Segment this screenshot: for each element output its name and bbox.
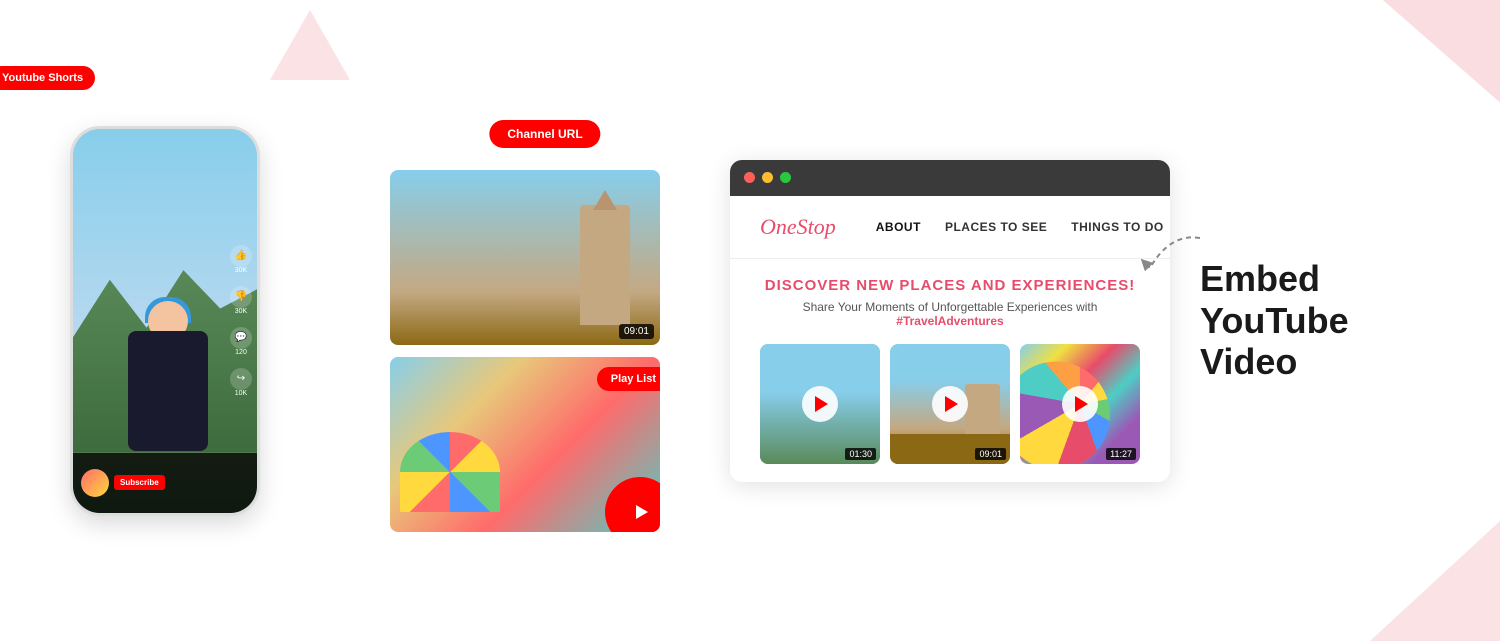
site-main-content: DISCOVER NEW PLACES AND EXPERIENCES! Sha… <box>730 259 1170 482</box>
center-section: Channel URL 09:01 11:27 Play List <box>390 170 700 532</box>
video-grid: 01:30 09:01 <box>760 344 1140 464</box>
video-thumbnail-2[interactable]: 11:27 Play List <box>390 357 660 532</box>
site-logo: OneStop <box>760 214 836 240</box>
phone-avatar <box>81 469 109 497</box>
video-card-duration-1: 01:30 <box>845 448 876 460</box>
site-subheadline: Share Your Moments of Unforgettable Expe… <box>760 300 1140 328</box>
phone-share-icon: ↪ 10K <box>230 368 252 397</box>
video-card-2[interactable]: 09:01 <box>890 344 1010 464</box>
site-headline: DISCOVER NEW PLACES AND EXPERIENCES! <box>760 277 1140 294</box>
church-tower <box>580 205 630 325</box>
main-container: Youtube Shorts 👍 30K 👎 30 <box>0 0 1500 641</box>
church-thumbnail-scene <box>390 170 660 345</box>
channel-url-badge: Channel URL <box>489 120 600 148</box>
phone-scene: 👍 30K 👎 30K 💬 120 ↪ 10K <box>73 129 257 513</box>
video-card-3[interactable]: 11:27 <box>1020 344 1140 464</box>
phone-mockup: 👍 30K 👎 30K 💬 120 ↪ 10K <box>70 126 260 516</box>
youtube-shorts-badge: Youtube Shorts <box>0 66 95 90</box>
subheadline-prefix: Share Your Moments of Unforgettable Expe… <box>803 300 1098 314</box>
phone-dislike-icon: 👎 30K <box>230 286 252 315</box>
video-card-1[interactable]: 01:30 <box>760 344 880 464</box>
phone-like-icon: 👍 30K <box>230 245 252 274</box>
right-section: Embed YouTube Video <box>1200 258 1460 382</box>
subheadline-hashtag: #TravelAdventures <box>896 314 1003 328</box>
phone-subscribe-button[interactable]: Subscribe <box>114 475 165 490</box>
play-button-1[interactable] <box>802 386 838 422</box>
nav-places-to-see[interactable]: PLACES TO SEE <box>945 220 1047 234</box>
play-list-badge: Play List <box>597 367 660 391</box>
play-triangle-icon-2 <box>945 396 958 412</box>
embed-title-line2: Video <box>1200 341 1297 382</box>
figure-body <box>128 331 208 451</box>
browser-titlebar <box>730 160 1170 196</box>
embed-title-line1: Embed YouTube <box>1200 258 1349 340</box>
play-triangle-icon-1 <box>815 396 828 412</box>
play-button-3[interactable] <box>1062 386 1098 422</box>
video-thumbnail-1[interactable]: 09:01 <box>390 170 660 345</box>
phone-right-icons: 👍 30K 👎 30K 💬 120 ↪ 10K <box>230 245 252 397</box>
embed-title: Embed YouTube Video <box>1200 258 1460 382</box>
left-section: Youtube Shorts 👍 30K 👎 30 <box>40 126 360 516</box>
video-card-duration-2: 09:01 <box>975 448 1006 460</box>
nav-about[interactable]: ABOUT <box>876 220 921 234</box>
site-nav: OneStop ABOUT PLACES TO SEE THINGS TO DO… <box>730 196 1170 259</box>
video-duration-1: 09:01 <box>619 324 654 339</box>
browser-dot-green[interactable] <box>780 172 791 183</box>
video-card-duration-3: 11:27 <box>1106 448 1136 460</box>
play-triangle-icon-3 <box>1075 396 1088 412</box>
phone-comment-icon: 💬 120 <box>230 327 252 356</box>
play-button-2[interactable] <box>932 386 968 422</box>
phone-figure <box>88 271 248 451</box>
phone-bottom-bar: Subscribe <box>73 453 257 513</box>
browser-dot-yellow[interactable] <box>762 172 773 183</box>
dashed-arrow-svg <box>1130 228 1210 298</box>
browser-content: OneStop ABOUT PLACES TO SEE THINGS TO DO… <box>730 196 1170 482</box>
browser-mockup: OneStop ABOUT PLACES TO SEE THINGS TO DO… <box>730 160 1170 482</box>
browser-dot-red[interactable] <box>744 172 755 183</box>
nav-items: ABOUT PLACES TO SEE THINGS TO DO PLAN YO… <box>876 220 1170 234</box>
fan-decoration <box>400 432 500 512</box>
